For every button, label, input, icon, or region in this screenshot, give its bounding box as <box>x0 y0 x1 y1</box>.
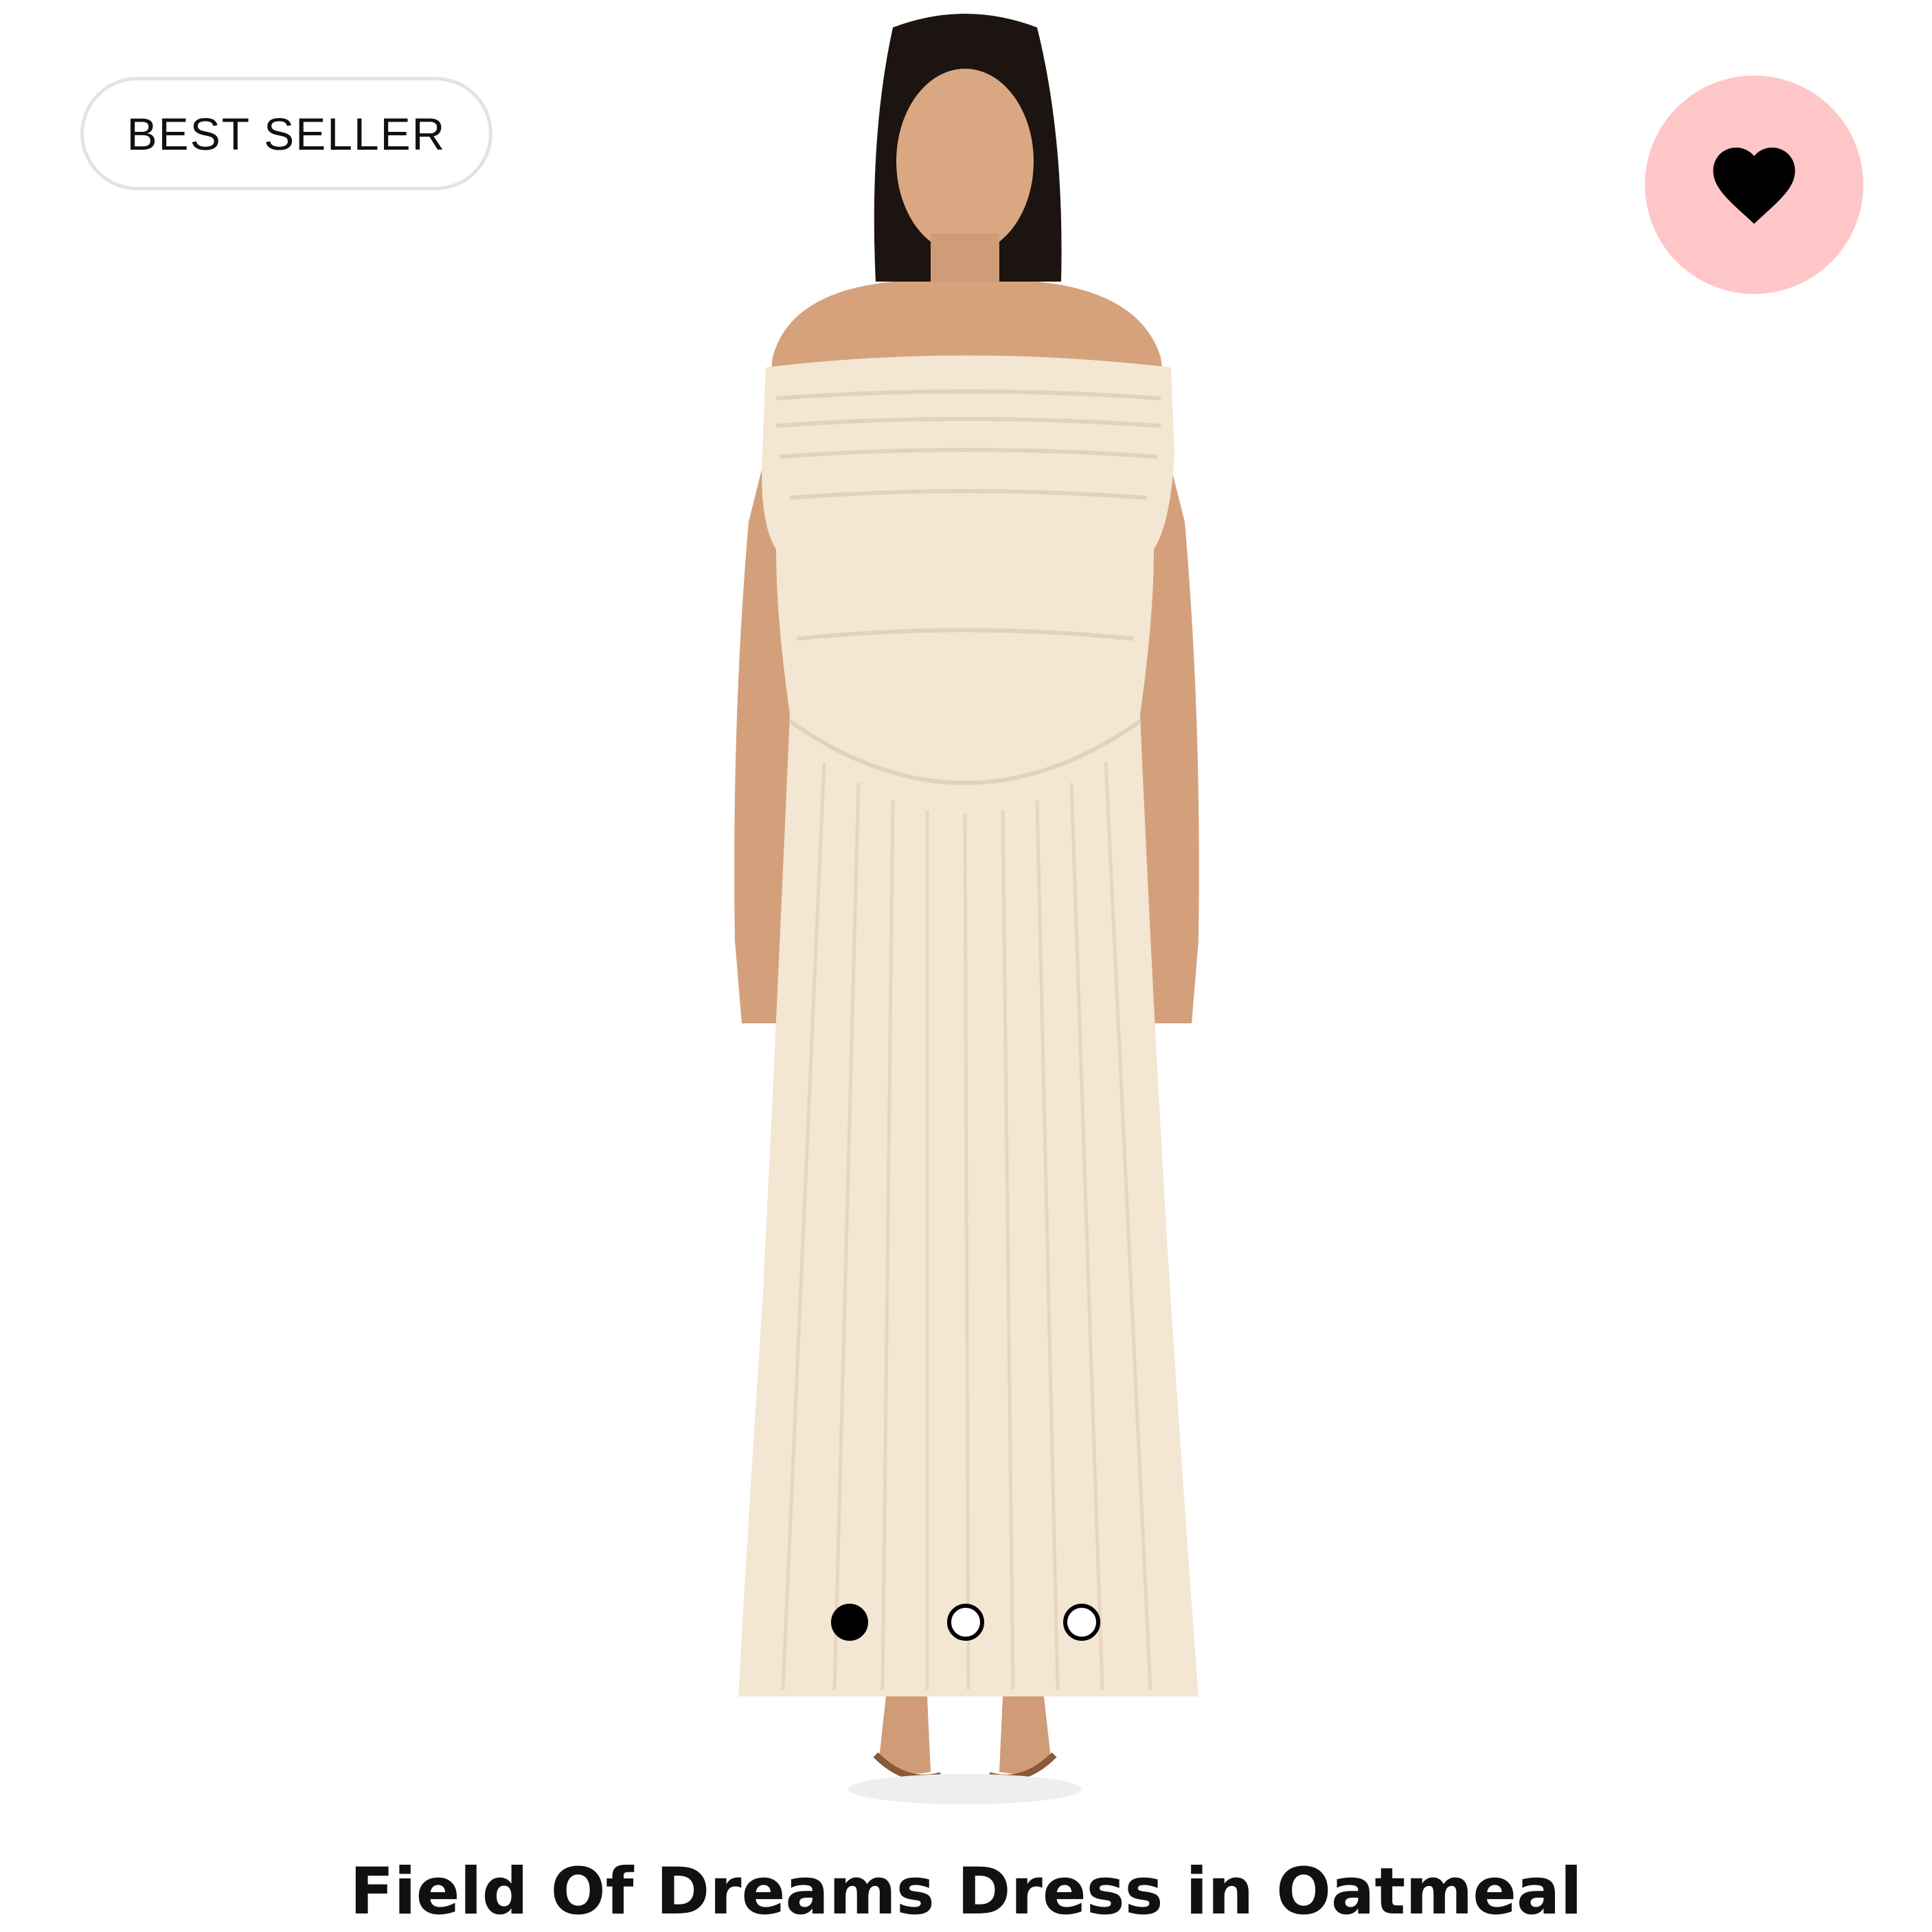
product-card: BEST SELLER Field Of Dreams Dress in Oat… <box>0 0 1932 1932</box>
carousel-dot-3[interactable] <box>1063 1604 1100 1641</box>
favorite-button[interactable] <box>1645 76 1863 294</box>
product-title[interactable]: Field Of Dreams Dress in Oatmeal <box>0 1854 1932 1930</box>
carousel-dot-2[interactable] <box>947 1604 984 1641</box>
model-face <box>896 69 1034 254</box>
carousel-dot-1[interactable] <box>831 1604 868 1641</box>
heart-icon <box>1713 147 1795 224</box>
best-seller-badge: BEST SELLER <box>80 77 492 190</box>
carousel-indicators <box>831 1600 1100 1644</box>
product-image[interactable] <box>0 0 1932 1854</box>
best-seller-label: BEST SELLER <box>126 108 446 159</box>
